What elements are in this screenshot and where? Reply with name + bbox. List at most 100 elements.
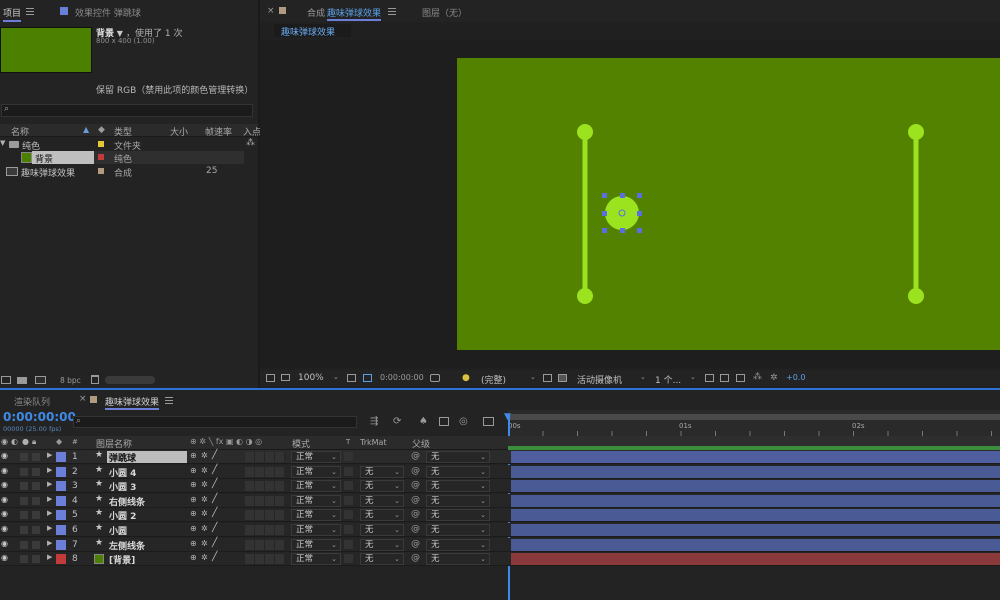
pick-whip-icon[interactable]: @ [411, 539, 420, 549]
preserve-transparency-toggle[interactable] [344, 539, 353, 549]
tab-timeline-comp[interactable]: 趣味弹球效果 [105, 395, 160, 410]
timeline-search-input[interactable] [73, 416, 357, 428]
exposure-value[interactable]: +0.0 [786, 373, 805, 382]
twirl-arrow-icon[interactable]: ▶ [47, 539, 52, 547]
chevron-down-icon[interactable]: ⌄ [690, 373, 696, 381]
audio-icon[interactable]: ◐ [11, 437, 18, 446]
solo-icon[interactable]: ● [22, 437, 29, 446]
new-folder-icon[interactable] [17, 377, 27, 384]
label-swatch[interactable] [56, 495, 66, 506]
comp-panel-menu-icon[interactable] [388, 8, 396, 15]
preserve-transparency-toggle[interactable] [344, 495, 353, 505]
blend-mode-select[interactable]: 正常 ⌄ [291, 451, 341, 463]
layer-name[interactable]: 弹跳球 [107, 451, 187, 463]
blend-mode-select[interactable]: 正常 ⌄ [291, 538, 341, 551]
preserve-transparency-toggle[interactable] [344, 466, 353, 476]
resolution-select[interactable]: (完整) [481, 373, 506, 386]
pick-whip-icon[interactable]: @ [411, 495, 420, 505]
audio-toggle[interactable] [20, 511, 28, 520]
twirl-arrow-icon[interactable]: ▶ [47, 466, 52, 474]
tab-project[interactable]: 项目 [3, 6, 22, 22]
lock-toggle[interactable] [32, 555, 40, 564]
lock-icon[interactable] [279, 7, 286, 14]
shy-switch[interactable]: ⊕ [190, 451, 197, 460]
interpret-footage-icon[interactable] [1, 376, 11, 384]
tab-comp-name[interactable]: 趣味弹球效果 [327, 6, 382, 21]
switch-slots[interactable] [245, 452, 285, 462]
switch-slots[interactable] [245, 510, 285, 521]
eye-icon[interactable]: ◉ [1, 553, 8, 562]
quality-switch[interactable]: ╱ [212, 450, 217, 460]
blend-mode-select[interactable]: 正常 ⌄ [291, 524, 341, 536]
preserve-transparency-toggle[interactable] [344, 510, 353, 520]
preserve-transparency-toggle[interactable] [344, 554, 353, 564]
label-swatch[interactable] [56, 539, 66, 550]
preserve-transparency-toggle[interactable] [344, 525, 353, 534]
layer-name[interactable]: 小圆 4 [107, 466, 187, 478]
new-comp-icon[interactable] [35, 376, 46, 384]
transparency-grid-icon[interactable] [558, 374, 567, 382]
bpc-label[interactable]: 8 bpc [60, 376, 81, 385]
small-circle-4[interactable] [908, 288, 924, 304]
parent-select[interactable]: 无 ⌄ [426, 538, 490, 551]
preserve-transparency-toggle[interactable] [344, 481, 353, 491]
shy-switch[interactable]: ⊕ [190, 524, 197, 533]
col-mode[interactable]: 模式 [292, 437, 310, 450]
time-ruler[interactable]: 00s 01s 02s [508, 410, 1000, 436]
trkmat-select[interactable]: 无 ⌄ [360, 480, 404, 493]
audio-toggle[interactable] [20, 467, 28, 476]
collapse-switch[interactable]: ✲ [201, 495, 208, 504]
collapse-switch[interactable]: ✲ [201, 480, 208, 489]
parent-select[interactable]: 无 ⌄ [426, 465, 490, 478]
audio-toggle[interactable] [20, 496, 28, 505]
col-type[interactable]: 类型 [114, 125, 132, 138]
col-name[interactable]: 名称 [11, 125, 29, 138]
layer-row[interactable]: ◉ ▶ 1 ★ 弹跳球 ⊕ ✲ ╱ 正常 ⌄ @ 无 ⌄ [0, 450, 1000, 464]
col-layer-name[interactable]: 图层名称 [96, 437, 132, 450]
parent-select[interactable]: 无 ⌄ [426, 553, 490, 566]
timeline-timecode[interactable]: 0:00:00:00 [3, 410, 76, 424]
layer-row[interactable]: ◉ ▶ 3 ★ 小圆 3 ⊕ ✲ ╱ 正常 ⌄ 无 ⌄ @ 无 ⌄ [0, 479, 1000, 494]
layer-row[interactable]: ◉ ▶ 8 [背景] ⊕ ✲ ╱ 正常 ⌄ 无 ⌄ @ 无 ⌄ [0, 552, 1000, 567]
fast-preview-icon[interactable] [720, 374, 729, 382]
blend-mode-select[interactable]: 正常 ⌄ [291, 553, 341, 566]
project-search-input[interactable] [1, 104, 253, 117]
eye-icon[interactable]: ◉ [1, 480, 8, 489]
quality-switch[interactable]: ╱ [212, 538, 217, 548]
eye-icon[interactable]: ◉ [1, 437, 8, 446]
shy-switch[interactable]: ⊕ [190, 466, 197, 475]
camera-icon[interactable] [430, 374, 440, 382]
lock-toggle[interactable] [32, 482, 40, 491]
chevron-down-icon[interactable]: ⌄ [530, 373, 536, 381]
tab-comp-label[interactable]: 合成 [307, 6, 325, 19]
project-scrollbar[interactable] [105, 376, 155, 384]
tab-layer[interactable]: 图层（无） [422, 6, 467, 19]
audio-toggle[interactable] [20, 555, 28, 564]
exposure-icon[interactable]: ✲ [770, 373, 778, 383]
layer-duration-bar[interactable] [511, 465, 1000, 478]
twirl-arrow-icon[interactable]: ▶ [47, 495, 52, 503]
quality-switch[interactable]: ╱ [212, 508, 217, 518]
comp-viewer[interactable] [260, 40, 1000, 368]
shy-switch[interactable]: ⊕ [190, 553, 197, 562]
playhead-marker-icon[interactable]: ▼ [504, 412, 511, 422]
pick-whip-icon[interactable]: @ [411, 466, 420, 476]
layer-row[interactable]: ◉ ▶ 7 ★ 左侧线条 ⊕ ✲ ╱ 正常 ⌄ 无 ⌄ @ 无 ⌄ [0, 537, 1000, 552]
layer-duration-bar[interactable] [511, 538, 1000, 551]
quality-switch[interactable]: ╱ [212, 494, 217, 504]
zoom-select[interactable]: 100% [298, 373, 324, 383]
trkmat-select[interactable]: 无 ⌄ [360, 465, 404, 478]
list-item[interactable]: 背景 纯色 [0, 151, 258, 165]
pick-whip-icon[interactable]: @ [411, 553, 420, 563]
list-item[interactable]: 趣味弹球效果 合成 25 [0, 165, 258, 179]
quality-switch[interactable]: ╱ [212, 552, 217, 562]
lock-toggle[interactable] [32, 496, 40, 505]
label-swatch[interactable] [56, 452, 66, 462]
audio-toggle[interactable] [20, 526, 28, 534]
col-fps[interactable]: 帧速率 [205, 125, 232, 138]
draft-3d-icon[interactable]: ⟳ [393, 416, 401, 427]
layer-name[interactable]: 左侧线条 [107, 539, 187, 551]
trkmat-select[interactable]: 无 ⌄ [360, 524, 404, 536]
layer-duration-bar[interactable] [511, 451, 1000, 463]
layer-name[interactable]: 右侧线条 [107, 495, 187, 507]
